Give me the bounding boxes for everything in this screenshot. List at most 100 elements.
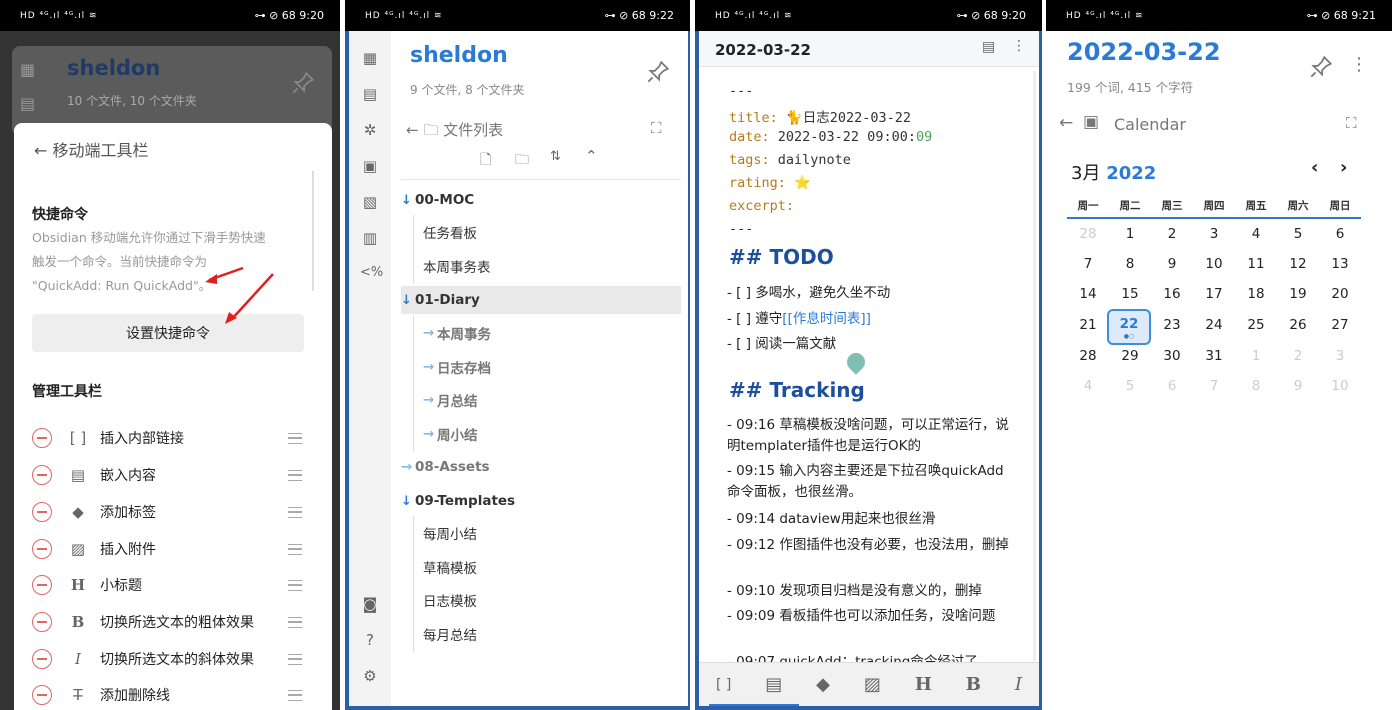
calendar-day[interactable]: 20 bbox=[1319, 286, 1361, 302]
expand-icon[interactable]: ⛶ bbox=[1346, 114, 1357, 132]
drag-handle-icon[interactable] bbox=[288, 432, 302, 444]
more-options-icon[interactable]: ⋮ bbox=[1350, 54, 1368, 75]
calendar-day[interactable]: 2 bbox=[1277, 348, 1319, 364]
italic-icon[interactable]: I bbox=[1015, 674, 1022, 695]
folder-item[interactable]: → 08-Assets bbox=[401, 453, 681, 481]
calendar-day[interactable]: 4 bbox=[1067, 378, 1109, 394]
checkbox-marker[interactable]: - [ ] bbox=[727, 311, 755, 327]
remove-icon[interactable] bbox=[32, 465, 52, 485]
calendar-day[interactable]: 29 bbox=[1109, 348, 1151, 364]
calendar-day[interactable]: 1 bbox=[1109, 226, 1151, 242]
collapse-all-icon[interactable]: ⌃ bbox=[585, 147, 598, 165]
remove-icon[interactable] bbox=[32, 502, 52, 522]
drag-handle-icon[interactable] bbox=[288, 653, 302, 665]
calendar-day[interactable]: 24 bbox=[1193, 317, 1235, 333]
remove-icon[interactable] bbox=[32, 539, 52, 559]
table-icon[interactable]: ▦ bbox=[360, 49, 380, 69]
calendar-day[interactable]: 27 bbox=[1319, 317, 1361, 333]
reading-view-icon[interactable]: ▤ bbox=[982, 39, 995, 55]
calendar-day[interactable]: 28 bbox=[1067, 348, 1109, 364]
graph-icon[interactable]: ✲ bbox=[360, 121, 380, 141]
file-item[interactable]: 日志模板 bbox=[401, 586, 681, 614]
calendar-day[interactable]: 12 bbox=[1277, 256, 1319, 272]
drag-handle-icon[interactable] bbox=[288, 469, 302, 481]
calendar-day[interactable]: 8 bbox=[1235, 378, 1277, 394]
file-item[interactable]: 任务看板 bbox=[401, 218, 681, 246]
back-arrow-icon[interactable]: ← bbox=[1059, 113, 1073, 133]
calendar-day[interactable]: 11 bbox=[1235, 256, 1277, 272]
calendar-day[interactable]: 6 bbox=[1319, 226, 1361, 242]
drag-handle-icon[interactable] bbox=[288, 616, 302, 628]
prev-month-icon[interactable]: ‹ bbox=[1311, 157, 1318, 178]
calendar-day[interactable]: 6 bbox=[1151, 378, 1193, 394]
today-highlight[interactable]: 22 ●○ bbox=[1107, 309, 1151, 345]
tag-icon[interactable]: ◆ bbox=[816, 674, 830, 695]
calendar-day[interactable]: 3 bbox=[1193, 226, 1235, 242]
subfolder-item[interactable]: → 月总结 bbox=[401, 386, 681, 414]
settings-gear-icon[interactable]: ⚙ bbox=[360, 667, 380, 687]
calendar-day[interactable]: 26 bbox=[1277, 317, 1319, 333]
pin-icon[interactable] bbox=[645, 59, 671, 85]
checkbox-marker[interactable]: - [ ] bbox=[727, 285, 755, 301]
calendar-day[interactable]: 5 bbox=[1277, 226, 1319, 242]
calendar-day[interactable]: 4 bbox=[1235, 226, 1277, 242]
folder-item[interactable]: ↓ 01-Diary bbox=[401, 286, 681, 314]
subfolder-item[interactable]: → 日志存档 bbox=[401, 353, 681, 381]
calendar-day[interactable]: 31 bbox=[1193, 348, 1235, 364]
pin-icon[interactable] bbox=[1308, 54, 1334, 80]
calendar-day[interactable]: 25 bbox=[1235, 317, 1277, 333]
calendar-day[interactable]: 10 bbox=[1193, 256, 1235, 272]
checkbox-marker[interactable]: - [ ] bbox=[727, 336, 755, 352]
file-item[interactable]: 每月总结 bbox=[401, 620, 681, 648]
calendar-day[interactable]: 30 bbox=[1151, 348, 1193, 364]
help-icon[interactable]: ? bbox=[360, 631, 380, 651]
remove-icon[interactable] bbox=[32, 685, 52, 705]
calendar-day[interactable]: 19 bbox=[1277, 286, 1319, 302]
calendar-day[interactable]: 10 bbox=[1319, 378, 1361, 394]
drag-handle-icon[interactable] bbox=[288, 506, 302, 518]
todo-item[interactable]: - [ ] 多喝水，避免久坐不动 bbox=[727, 283, 1017, 304]
expand-icon[interactable]: ⛶ bbox=[651, 119, 662, 137]
calendar-day[interactable]: 5 bbox=[1109, 378, 1151, 394]
remove-icon[interactable] bbox=[32, 612, 52, 632]
new-note-icon[interactable]: 🗋 bbox=[480, 149, 491, 173]
remove-icon[interactable] bbox=[32, 428, 52, 448]
todo-item[interactable]: - [ ] 遵守[[作息时间表]] bbox=[727, 309, 1017, 330]
file-item[interactable]: 草稿模板 bbox=[401, 553, 681, 581]
pin-icon[interactable] bbox=[290, 70, 316, 96]
note-title[interactable]: 2022-03-22 bbox=[715, 41, 811, 59]
remove-icon[interactable] bbox=[32, 575, 52, 595]
scrollbar[interactable] bbox=[312, 171, 314, 291]
calendar-day[interactable]: 8 bbox=[1109, 256, 1151, 272]
subfolder-item[interactable]: → 本周事务 bbox=[401, 319, 681, 347]
calendar-day[interactable]: 9 bbox=[1151, 256, 1193, 272]
next-month-icon[interactable]: › bbox=[1340, 157, 1347, 178]
calendar-day[interactable]: 28 bbox=[1067, 226, 1109, 242]
calendar-day[interactable]: 23 bbox=[1151, 317, 1193, 333]
scrollbar[interactable] bbox=[1033, 71, 1036, 661]
vault-switch-icon[interactable]: ◙ bbox=[360, 595, 380, 615]
file-item[interactable]: 每周小结 bbox=[401, 519, 681, 547]
bold-icon[interactable]: B bbox=[966, 674, 981, 695]
templater-icon[interactable]: <% bbox=[360, 265, 383, 285]
template-icon[interactable]: ▤ bbox=[360, 85, 380, 105]
calendar-day[interactable]: 17 bbox=[1193, 286, 1235, 302]
calendar-day[interactable]: 7 bbox=[1193, 378, 1235, 394]
remove-icon[interactable] bbox=[32, 649, 52, 669]
calendar-day[interactable]: 14 bbox=[1067, 286, 1109, 302]
table-settings-icon[interactable]: ▥ bbox=[360, 229, 380, 249]
embed-icon[interactable]: ▤ bbox=[765, 674, 782, 695]
heading-icon[interactable]: H bbox=[915, 674, 932, 695]
calendar-day[interactable]: 2 bbox=[1151, 226, 1193, 242]
drag-handle-icon[interactable] bbox=[288, 689, 302, 701]
calendar-day[interactable]: 13 bbox=[1319, 256, 1361, 272]
calendar-check-icon[interactable]: ▣ bbox=[360, 157, 380, 177]
calendar-day[interactable]: 1 bbox=[1235, 348, 1277, 364]
calendar-day[interactable]: 3 bbox=[1319, 348, 1361, 364]
folder-item[interactable]: ↓ 00-MOC bbox=[401, 186, 681, 214]
calendar-day[interactable]: 9 bbox=[1277, 378, 1319, 394]
calendar-day[interactable]: 16 bbox=[1151, 286, 1193, 302]
calendar-day[interactable]: 21 bbox=[1067, 317, 1109, 333]
calendar-day[interactable]: 7 bbox=[1067, 256, 1109, 272]
more-options-icon[interactable]: ⋮ bbox=[1012, 38, 1026, 54]
